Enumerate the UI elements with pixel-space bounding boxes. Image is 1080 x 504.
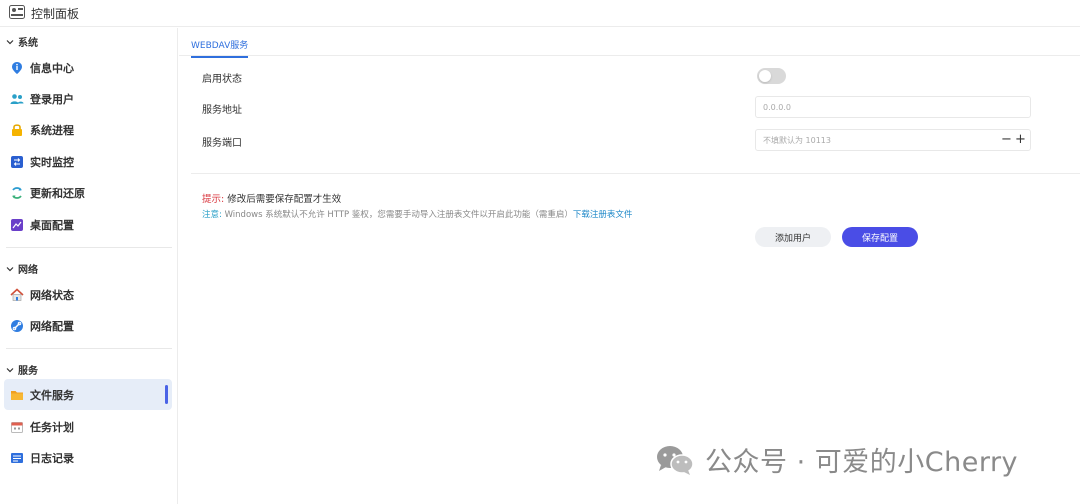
port-label: 服务端口 <box>202 138 242 149</box>
watermark-text: 公众号 · 可爱的小Cherry <box>705 447 1019 478</box>
refresh-icon <box>12 186 22 199</box>
sidebar-item-file-service[interactable]: 文件服务 <box>4 379 172 410</box>
address-label: 服务地址 <box>202 105 242 116</box>
sidebar-item-log-record[interactable]: 日志记录 <box>4 442 172 473</box>
toggle-knob <box>759 70 771 82</box>
sidebar-item-realtime-monitor[interactable]: 实时监控 <box>4 146 172 177</box>
sidebar-item-label: 日志记录 <box>30 451 74 465</box>
log-icon <box>11 452 23 463</box>
add-user-button[interactable]: 添加用户 <box>755 227 831 247</box>
tip-message: 提示: 修改后需要保存配置才生效 <box>202 191 341 205</box>
title-bar: 控制面板 <box>0 0 1080 27</box>
section-label: 系统 <box>18 38 38 49</box>
link-icon <box>11 319 23 332</box>
sidebar-item-network-status[interactable]: 网络状态 <box>4 279 172 310</box>
tip-prefix: 提示: <box>202 194 225 205</box>
chevron-down-icon <box>6 367 14 372</box>
sidebar-item-label: 登录用户 <box>30 92 74 106</box>
window-title: 控制面板 <box>31 7 80 21</box>
sidebar-item-system-process[interactable]: 系统进程 <box>4 114 172 145</box>
section-label: 服务 <box>18 366 38 377</box>
folder-icon <box>11 390 23 400</box>
sidebar-divider <box>6 348 172 349</box>
save-config-button[interactable]: 保存配置 <box>842 227 918 247</box>
lock-icon <box>12 123 22 136</box>
sidebar: 系统 信息中心 登录用户 系统进程 实时监控 更新和还原 桌面配置 网络 网络状… <box>0 28 178 504</box>
address-input[interactable] <box>763 101 983 114</box>
note-message: 注意: Windows 系统默认不允许 HTTP 鉴权，您需要手动导入注册表文件… <box>202 208 632 220</box>
section-label: 网络 <box>18 265 38 276</box>
download-registry-link[interactable]: 下载注册表文件 <box>573 210 633 220</box>
users-icon <box>10 93 24 104</box>
sidebar-item-label: 信息中心 <box>30 61 74 75</box>
port-decrement-button[interactable]: − <box>1001 133 1012 147</box>
desktop-icon <box>11 218 23 231</box>
sidebar-item-label: 系统进程 <box>30 123 74 137</box>
watermark: 公众号 · 可爱的小Cherry <box>655 440 1018 479</box>
sidebar-item-label: 任务计划 <box>30 420 74 434</box>
port-increment-button[interactable]: + <box>1015 133 1026 147</box>
sidebar-divider <box>6 247 172 248</box>
control-panel-icon <box>9 5 25 19</box>
sidebar-item-task-schedule[interactable]: 任务计划 <box>4 411 172 442</box>
section-header-network[interactable]: 网络 <box>6 261 38 276</box>
sidebar-item-label: 实时监控 <box>30 155 74 169</box>
chevron-down-icon <box>6 39 14 44</box>
wechat-icon <box>657 445 694 475</box>
port-input[interactable] <box>763 134 983 147</box>
sidebar-item-desktop-config[interactable]: 桌面配置 <box>4 209 172 240</box>
tab-underline <box>179 55 1080 56</box>
sidebar-item-network-config[interactable]: 网络配置 <box>4 310 172 341</box>
address-field <box>755 96 1031 118</box>
sidebar-item-label: 网络配置 <box>30 319 74 333</box>
monitor-icon <box>11 155 23 168</box>
sidebar-item-label: 更新和还原 <box>30 186 85 200</box>
chevron-down-icon <box>6 266 14 271</box>
sidebar-item-label: 网络状态 <box>30 288 74 302</box>
note-prefix: 注意: <box>202 210 222 220</box>
calendar-icon <box>11 421 23 433</box>
info-icon <box>12 61 22 74</box>
sidebar-item-label: 桌面配置 <box>30 218 74 232</box>
active-indicator <box>165 385 168 404</box>
main-panel: WEBDAV服务 启用状态 服务地址 服务端口 − + 提示: 修改后需要保存配… <box>179 28 1080 504</box>
status-label: 启用状态 <box>202 74 242 85</box>
home-network-icon <box>10 287 24 301</box>
enable-toggle[interactable] <box>757 68 786 84</box>
sidebar-item-label: 文件服务 <box>30 388 74 402</box>
port-field: − + <box>755 129 1031 151</box>
sidebar-item-login-users[interactable]: 登录用户 <box>4 83 172 114</box>
sidebar-item-info-center[interactable]: 信息中心 <box>4 52 172 83</box>
sidebar-item-update-restore[interactable]: 更新和还原 <box>4 177 172 208</box>
note-text: Windows 系统默认不允许 HTTP 鉴权，您需要手动导入注册表文件以开启此… <box>221 210 573 220</box>
section-header-services[interactable]: 服务 <box>6 362 38 377</box>
section-header-system[interactable]: 系统 <box>6 34 38 49</box>
tip-text: 修改后需要保存配置才生效 <box>224 194 342 205</box>
content-divider <box>191 173 1080 174</box>
